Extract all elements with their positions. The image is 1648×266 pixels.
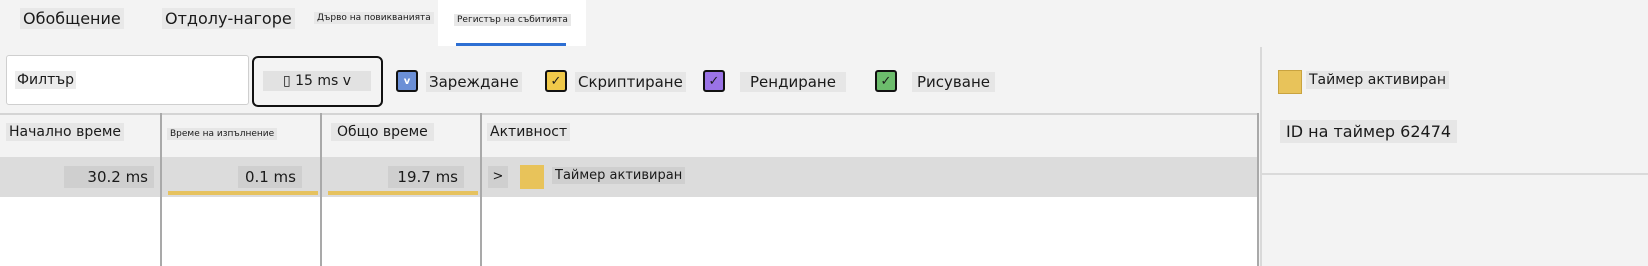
- duration-filter-dropdown[interactable]: ▯ 15 ms v: [252, 56, 383, 107]
- column-divider[interactable]: [320, 113, 322, 266]
- tab-summary-label: Обобщение: [20, 7, 124, 29]
- column-header-total-time[interactable]: Общо време: [331, 123, 434, 141]
- filter-input[interactable]: Филтър: [6, 55, 249, 105]
- row-start-time: 30.2 ms: [64, 166, 154, 188]
- column-header-activity[interactable]: Активност: [487, 123, 571, 141]
- scripting-label: Скриптиране: [575, 72, 686, 92]
- scripting-check-mark: ✓: [550, 73, 562, 89]
- tab-bottom-up[interactable]: Отдолу-нагоре: [162, 6, 295, 30]
- row-expand-toggle[interactable]: >: [488, 166, 508, 188]
- row-self-time: 0.1 ms: [238, 166, 302, 188]
- details-divider: [1262, 173, 1648, 175]
- column-header-self-time[interactable]: Време на изпълнение: [167, 128, 278, 140]
- row-total-time: 19.7 ms: [388, 166, 464, 188]
- tab-event-log[interactable]: Регистър на събитията: [454, 8, 571, 32]
- filter-placeholder: Филтър: [15, 71, 77, 89]
- total-time-bar: [328, 191, 478, 195]
- loading-checkbox[interactable]: v: [396, 70, 418, 92]
- self-time-bar: [168, 191, 318, 195]
- column-divider[interactable]: [160, 113, 162, 266]
- painting-label: Рисуване: [912, 72, 995, 92]
- activity-color-swatch: [520, 165, 544, 189]
- table-empty-area: [0, 197, 1259, 266]
- tab-call-tree-label: Дърво на повикванията: [314, 12, 434, 24]
- duration-filter-value: ▯ 15 ms v: [263, 71, 371, 91]
- column-divider[interactable]: [480, 113, 482, 266]
- details-timer-id: ID на таймер 62474: [1280, 120, 1458, 143]
- scripting-checkbox[interactable]: ✓: [545, 70, 567, 92]
- loading-label: Зареждане: [426, 72, 522, 92]
- column-divider[interactable]: [1257, 113, 1259, 266]
- column-header-start-time[interactable]: Начално време: [6, 123, 124, 141]
- tab-bottom-up-label: Отдолу-нагоре: [162, 7, 295, 29]
- tab-summary[interactable]: Обобщение: [20, 6, 124, 30]
- active-tab-indicator: [456, 43, 566, 46]
- row-activity-name: Таймер активиран: [552, 167, 686, 184]
- loading-check-mark: v: [403, 75, 411, 87]
- details-title: Таймер активиран: [1306, 71, 1449, 89]
- rendering-label: Рендиране: [740, 72, 846, 92]
- painting-checkbox[interactable]: ✓: [875, 70, 897, 92]
- painting-check-mark: ✓: [880, 73, 892, 89]
- rendering-check-mark: ✓: [708, 73, 720, 89]
- tab-call-tree[interactable]: Дърво на повикванията: [314, 6, 434, 30]
- rendering-checkbox[interactable]: ✓: [703, 70, 725, 92]
- tab-event-log-label: Регистър на събитията: [454, 14, 571, 26]
- details-color-swatch: [1278, 70, 1302, 94]
